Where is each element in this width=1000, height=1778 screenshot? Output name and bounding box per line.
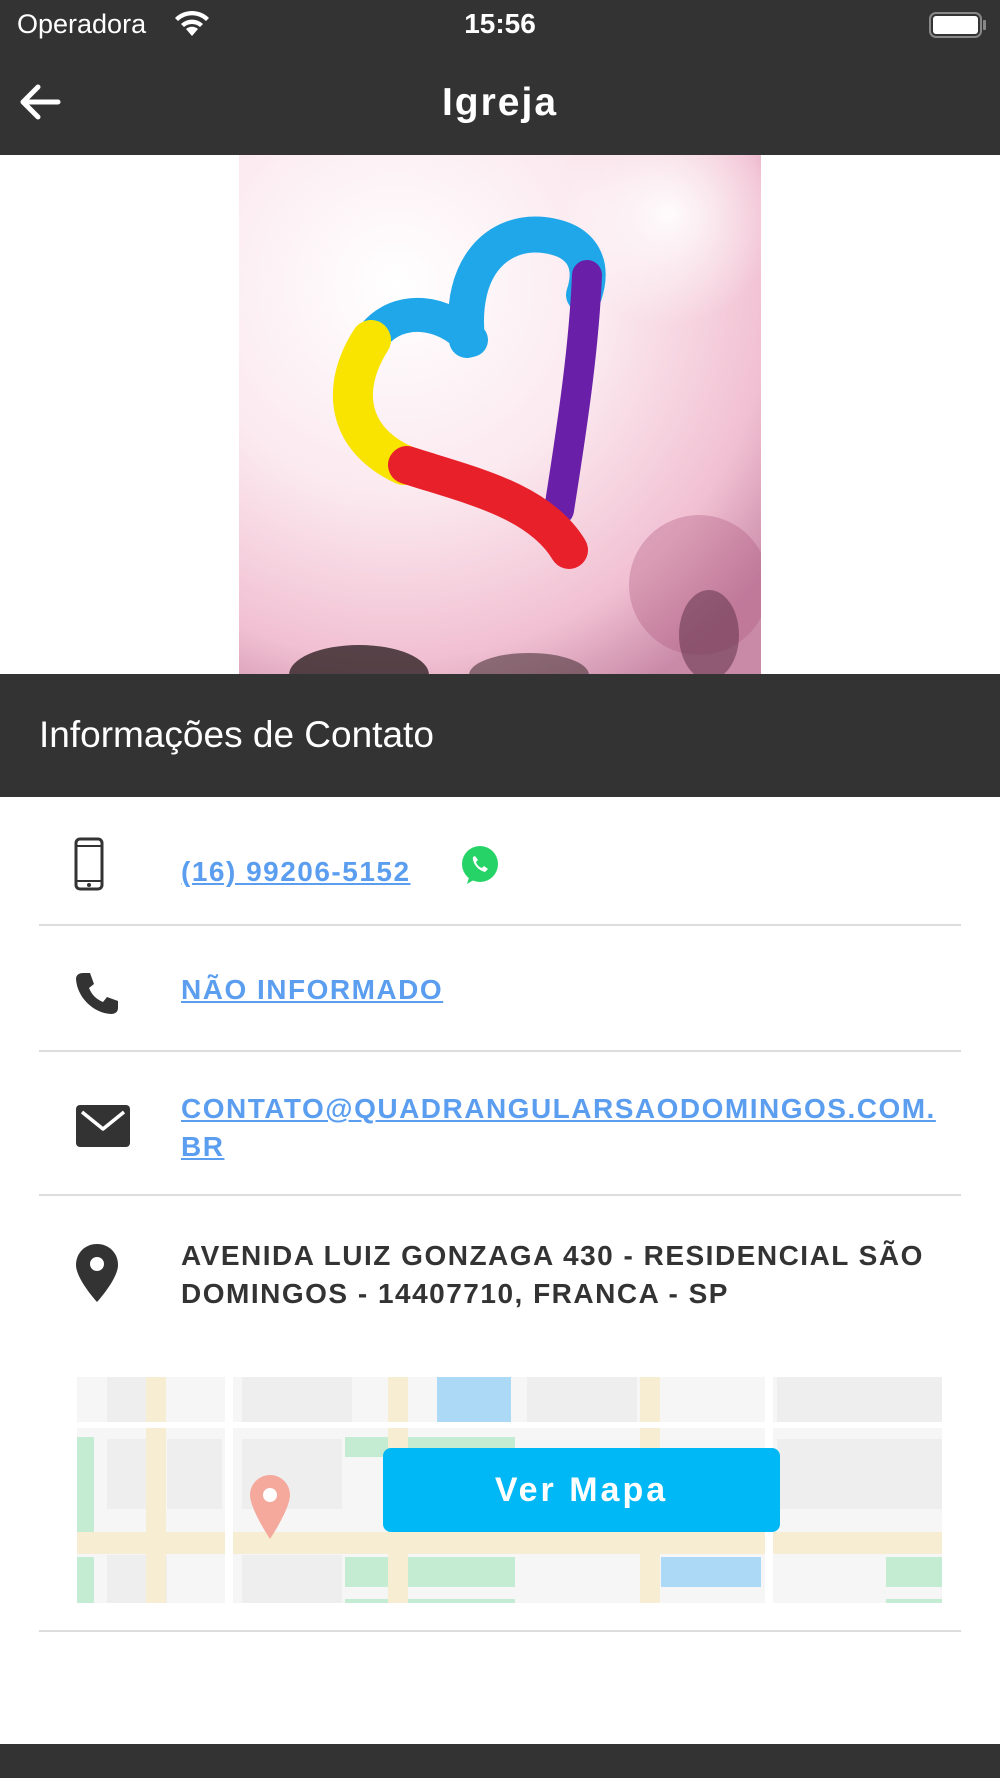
section-title: Informações de Contato [39,714,434,755]
bottom-bar [0,1744,1000,1778]
phone-icon [76,973,118,1014]
address-line2: DOMINGOS - 14407710, FRANCA - SP [181,1278,729,1309]
email-link-line1[interactable]: CONTATO@QUADRANGULARSAODOMINGOS.COM. [181,1090,936,1128]
mobile-row: (16) 99206-5152 [39,797,961,926]
mail-icon [76,1105,130,1147]
phone-row: NÃO INFORMADO [39,926,961,1052]
church-cover-image [239,155,761,675]
page-title: Igreja [441,81,559,124]
smartphone-icon [74,837,104,891]
map-marker-icon [250,1475,290,1539]
battery-icon [929,12,986,38]
address-line1: AVENIDA LUIZ GONZAGA 430 - RESIDENCIAL S… [181,1240,924,1271]
email-link-line2[interactable]: BR [181,1128,224,1166]
navigation-bar: Igreja [0,50,1000,155]
phone-number-link[interactable]: NÃO INFORMADO [181,971,443,1009]
mobile-number-link[interactable]: (16) 99206-5152 [181,853,411,891]
email-row: CONTATO@QUADRANGULARSAODOMINGOS.COM. BR [39,1052,961,1196]
map-preview[interactable]: Ver Mapa [77,1377,942,1603]
contact-info-header: Informações de Contato [0,674,1000,797]
status-bar: Operadora 15:56 [0,0,1000,50]
location-pin-icon [76,1244,118,1302]
divider [39,1630,961,1632]
clock: 15:56 [464,8,536,39]
view-map-button[interactable]: Ver Mapa [383,1448,780,1532]
address-row: AVENIDA LUIZ GONZAGA 430 - RESIDENCIAL S… [39,1196,961,1316]
whatsapp-icon[interactable] [459,844,501,886]
